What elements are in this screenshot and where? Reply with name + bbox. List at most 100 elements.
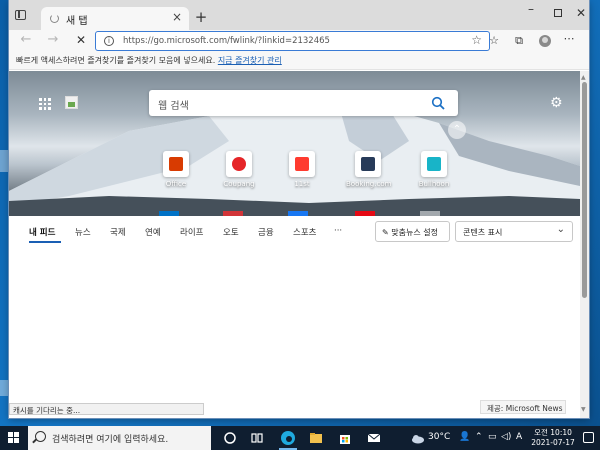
tray-user-icon[interactable]: 👤 [459, 432, 470, 442]
maximize-icon [554, 9, 562, 17]
content-select-value: 콘텐츠 표시 [463, 228, 503, 237]
close-button[interactable]: ✕ [571, 6, 591, 20]
forward-button[interactable]: → [44, 32, 62, 47]
tab-auto[interactable]: 오토 [223, 226, 239, 238]
tab-more[interactable]: ··· [334, 226, 342, 236]
profile-avatar[interactable] [539, 35, 551, 47]
add-favorite-icon[interactable]: ☆ [471, 33, 482, 47]
quick-link-label: Booking.com [346, 180, 392, 188]
quick-link-11st[interactable]: 11st [280, 151, 324, 188]
address-bar[interactable]: i https://go.microsoft.com/fwlink/?linki… [95, 31, 490, 51]
windows-start-icon[interactable] [8, 432, 20, 444]
office-icon [169, 157, 183, 171]
tab-world[interactable]: 국제 [110, 226, 126, 238]
clock-time: 오전 10:10 [534, 428, 572, 437]
tab-finance[interactable]: 금융 [258, 226, 274, 238]
logo-image [65, 96, 78, 109]
search-icon [35, 431, 46, 442]
new-tab-page: 웹 검색 ⚙ ⌃ Office Coupang 11st Booking.com… [9, 71, 580, 418]
quick-link-label: Office [165, 180, 187, 188]
new-tab-button[interactable]: + [193, 8, 209, 26]
scroll-down-icon[interactable]: ▼ [581, 406, 586, 413]
desktop-icon[interactable] [0, 380, 8, 396]
facebook-icon[interactable] [288, 211, 308, 216]
weather-icon[interactable] [410, 430, 426, 446]
personalize-button[interactable]: ✎ 맞춤뉴스 설정 [375, 221, 450, 242]
desktop-icon[interactable] [0, 150, 8, 172]
edge-browser-icon[interactable] [280, 430, 296, 446]
web-search-box[interactable]: 웹 검색 [149, 90, 458, 116]
file-explorer-icon[interactable] [308, 430, 324, 446]
quick-links: Office Coupang 11st Booking.com Bullhoon [154, 151, 464, 216]
tab-title: 새 탭 [66, 16, 88, 27]
quick-link-bullhoon[interactable]: Bullhoon [412, 151, 456, 188]
url-text[interactable]: https://go.microsoft.com/fwlink/?linkid=… [123, 36, 330, 46]
netflix-icon[interactable] [355, 211, 375, 216]
active-tab-indicator [29, 241, 61, 243]
scroll-thumb[interactable] [582, 82, 587, 298]
tab-sports[interactable]: 스포츠 [293, 226, 316, 238]
clock[interactable]: 오전 10:10 2021-07-17 [530, 428, 576, 448]
title-bar: 새 탭 × + – ✕ [9, 0, 589, 30]
tab-close-button[interactable]: × [172, 10, 182, 24]
manage-favorites-link[interactable]: 지금 즐겨찾기 관리 [218, 56, 282, 65]
provider-badge: 제공: Microsoft News [480, 400, 566, 414]
booking-icon [361, 157, 375, 171]
tab-life[interactable]: 라이프 [180, 226, 203, 238]
collapse-tiles-icon[interactable]: ⌃ [448, 121, 466, 139]
search-placeholder: 웹 검색 [158, 101, 189, 112]
notification-icon[interactable] [583, 432, 594, 443]
minimize-button[interactable]: – [521, 2, 541, 16]
favorites-icon[interactable]: ☆ [487, 34, 501, 47]
quick-link-label: Bullhoon [418, 180, 450, 188]
quick-link-booking[interactable]: Booking.com [346, 151, 392, 188]
volume-icon[interactable]: ◁) [501, 432, 511, 442]
task-view-icon[interactable] [249, 430, 265, 446]
tab-new-tab[interactable]: 새 탭 × [41, 7, 189, 30]
hero-background: 웹 검색 ⚙ ⌃ Office Coupang 11st Booking.com… [9, 71, 580, 216]
ime-indicator[interactable]: A [516, 432, 522, 442]
apps-launcher-icon[interactable] [39, 98, 51, 110]
collections-icon[interactable]: ⧉ [512, 34, 526, 48]
tab-entertainment[interactable]: 연예 [145, 226, 161, 238]
vertical-scrollbar[interactable]: ▲ ▼ [580, 71, 589, 418]
favorites-bar: 빠르게 액세스하려면 즐겨찾기를 즐겨찾기 모음에 넣으세요. 지금 즐겨찾기 … [9, 52, 589, 70]
network-icon[interactable]: ▭ [488, 432, 497, 442]
more-menu-button[interactable]: ⋯ [562, 32, 576, 45]
coupang-icon [232, 157, 246, 171]
tab-my-feed[interactable]: 내 피드 [29, 226, 55, 238]
taskbar: 검색하려면 여기에 입력하세요. 30°C 👤 ⌃ ▭ ◁) A 오전 10:1… [0, 426, 600, 450]
powerpoint-icon[interactable] [223, 211, 243, 216]
mail-icon[interactable] [366, 430, 382, 446]
search-icon[interactable] [431, 96, 445, 110]
content-visibility-select[interactable]: 콘텐츠 표시 ⌄ [455, 221, 573, 242]
maximize-button[interactable] [548, 6, 568, 20]
stop-button[interactable]: ✕ [72, 33, 90, 47]
feed-nav: 내 피드 뉴스 국제 연예 라이프 오토 금융 스포츠 ··· ✎ 맞춤뉴스 설… [9, 219, 580, 245]
11st-icon [295, 157, 309, 171]
add-site-icon[interactable] [420, 211, 440, 216]
cortana-icon[interactable] [222, 430, 238, 446]
taskbar-search-box[interactable]: 검색하려면 여기에 입력하세요. [28, 426, 211, 450]
scroll-up-icon[interactable]: ▲ [581, 74, 586, 81]
weather-temperature[interactable]: 30°C [428, 432, 450, 442]
toolbar: ← → ✕ i https://go.microsoft.com/fwlink/… [9, 30, 589, 52]
settings-gear-icon[interactable]: ⚙ [550, 95, 563, 111]
tab-actions-icon[interactable] [15, 10, 26, 20]
pencil-icon: ✎ [382, 228, 389, 237]
clock-date: 2021-07-17 [531, 438, 575, 447]
loading-spinner-icon [50, 14, 59, 23]
quick-link-office[interactable]: Office [154, 151, 198, 188]
site-info-icon[interactable]: i [104, 36, 114, 46]
quick-link-coupang[interactable]: Coupang [217, 151, 261, 188]
taskbar-search-placeholder: 검색하려면 여기에 입력하세요. [52, 435, 169, 445]
outlook-icon[interactable] [159, 211, 179, 216]
quick-link-label: Coupang [223, 180, 255, 188]
store-icon[interactable] [337, 430, 353, 446]
tray-overflow-icon[interactable]: ⌃ [475, 432, 483, 442]
favorites-message-text: 빠르게 액세스하려면 즐겨찾기를 즐겨찾기 모음에 넣으세요. [16, 56, 218, 65]
chevron-down-icon: ⌄ [556, 224, 565, 235]
bullhoon-icon [427, 157, 441, 171]
tab-news[interactable]: 뉴스 [75, 226, 91, 238]
back-button[interactable]: ← [17, 32, 35, 47]
